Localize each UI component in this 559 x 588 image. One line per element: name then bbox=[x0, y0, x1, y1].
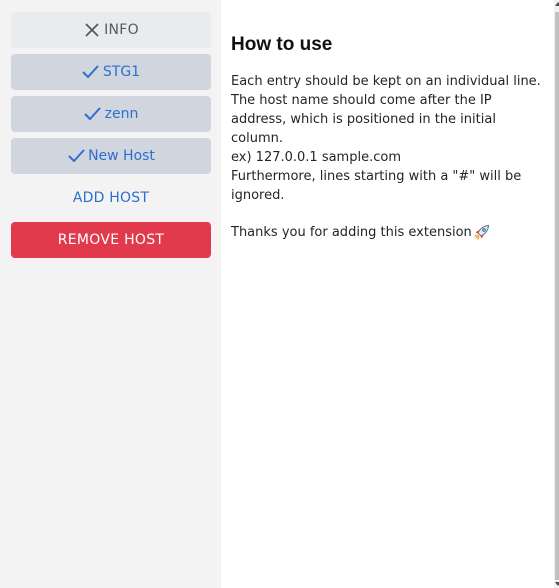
thanks-text: Thanks you for adding this extension bbox=[231, 225, 472, 240]
host-button-label: New Host bbox=[88, 148, 155, 164]
usage-line: address, which is positioned in the init… bbox=[231, 112, 496, 127]
host-button-stg1[interactable]: STG1 bbox=[11, 54, 211, 90]
add-host-label: ADD HOST bbox=[72, 190, 150, 206]
scrollbar-thumb[interactable] bbox=[555, 12, 559, 580]
scroll-up-arrow-icon[interactable] bbox=[555, 2, 559, 6]
thanks-message: Thanks you for adding this extension bbox=[231, 223, 553, 242]
host-button-label: zenn bbox=[104, 106, 139, 122]
remove-host-label: REMOVE HOST bbox=[57, 232, 165, 248]
add-host-button[interactable]: ADD HOST bbox=[11, 180, 211, 216]
sidebar: INFO STG1 zenn New Host ADD HOST REMOVE … bbox=[0, 0, 221, 588]
check-icon bbox=[84, 105, 102, 123]
check-icon bbox=[67, 147, 85, 165]
usage-line: Each entry should be kept on an individu… bbox=[231, 74, 541, 89]
info-button-label: INFO bbox=[104, 22, 139, 38]
usage-line: The host name should come after the IP bbox=[231, 93, 492, 108]
remove-host-button[interactable]: REMOVE HOST bbox=[11, 222, 211, 258]
usage-example: ex) 127.0.0.1 sample.com bbox=[231, 150, 401, 165]
usage-line: column. bbox=[231, 131, 283, 146]
vertical-scrollbar[interactable] bbox=[554, 0, 559, 588]
close-icon bbox=[83, 21, 101, 39]
rocket-icon bbox=[473, 224, 490, 241]
info-button[interactable]: INFO bbox=[11, 12, 211, 48]
page-title: How to use bbox=[231, 34, 333, 55]
info-panel: How to use Each entry should be kept on … bbox=[221, 0, 559, 588]
host-button-zenn[interactable]: zenn bbox=[11, 96, 211, 132]
app-window: INFO STG1 zenn New Host ADD HOST REMOVE … bbox=[0, 0, 559, 588]
usage-line: ignored. bbox=[231, 188, 285, 203]
scroll-down-arrow-icon[interactable] bbox=[555, 582, 559, 586]
check-icon bbox=[82, 63, 100, 81]
usage-line: Furthermore, lines starting with a "#" w… bbox=[231, 169, 522, 184]
host-button-label: STG1 bbox=[102, 64, 141, 80]
host-button-new-host[interactable]: New Host bbox=[11, 138, 211, 174]
usage-description: Each entry should be kept on an individu… bbox=[231, 72, 553, 205]
